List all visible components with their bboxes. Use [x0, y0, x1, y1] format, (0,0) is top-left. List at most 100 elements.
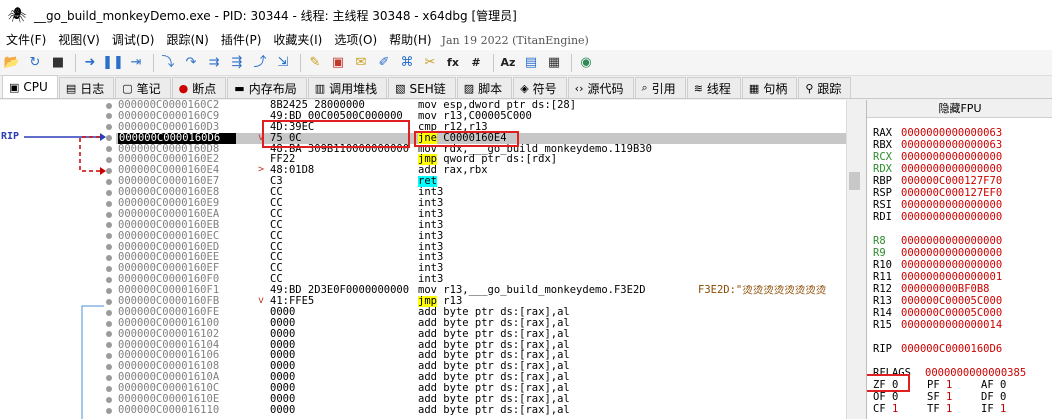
register-row[interactable]: RBP 000000C000127F70: [873, 175, 1002, 187]
disasm-row[interactable]: 000000C0000160EC CC int3: [116, 230, 850, 242]
breakpoint-dot[interactable]: [106, 266, 112, 272]
flag-item[interactable]: OF 0: [873, 391, 927, 403]
hide-fpu-button[interactable]: 隐藏FPU: [867, 100, 1052, 118]
flag-item[interactable]: DF 0: [981, 391, 1035, 403]
tab-call-stack[interactable]: ▥ 调用堆栈: [307, 77, 388, 98]
breakpoint-dot[interactable]: [106, 189, 112, 196]
stop-icon[interactable]: ■: [48, 53, 68, 73]
breakpoint-dot[interactable]: [106, 396, 112, 403]
trace-into-icon[interactable]: ⇉: [204, 53, 224, 73]
label-icon[interactable]: ✐: [374, 53, 394, 73]
register-row[interactable]: R13 000000C00005C000: [873, 295, 1002, 307]
breakpoint-dot[interactable]: [106, 385, 112, 392]
tab-script[interactable]: ▨ 脚本: [456, 77, 513, 98]
register-row[interactable]: RSP 000000C000127EF0: [873, 187, 1002, 199]
tab-handles[interactable]: ▦ 句柄: [741, 77, 798, 98]
register-row[interactable]: RCX 0000000000000000: [873, 151, 1002, 163]
disasm-row[interactable]: 000000C0000160ED CC int3: [116, 241, 850, 253]
disasm-row[interactable]: 000000C0000160E7 C3 ret: [116, 176, 850, 188]
breakpoint-dot[interactable]: [106, 102, 112, 109]
patch-icon[interactable]: ✎: [305, 53, 325, 73]
register-row[interactable]: R15 0000000000000014: [873, 319, 1002, 331]
breakpoint-dot[interactable]: [106, 167, 112, 174]
strings-icon[interactable]: Aᴢ: [498, 53, 518, 73]
breakpoint-dot[interactable]: [106, 320, 112, 327]
tab-symbols[interactable]: ◈ 符号: [513, 77, 567, 98]
disassembly-view[interactable]: RIP 000000C0000160C2 8B2425 28000000 mov e…: [0, 100, 862, 419]
register-row[interactable]: RDX 0000000000000000: [873, 163, 1002, 175]
find-icon[interactable]: ▤: [521, 53, 541, 73]
register-row[interactable]: R12 000000000BF0B8: [873, 283, 990, 295]
disasm-row[interactable]: 000000C0000160E9 CC int3: [116, 198, 850, 209]
restart-icon[interactable]: ↻: [25, 53, 45, 73]
register-row[interactable]: R11 0000000000000001: [873, 271, 1002, 283]
flag-item[interactable]: SF 1: [927, 391, 981, 403]
tab-memory-map[interactable]: ▬ 内存布局: [227, 77, 307, 98]
script-icon[interactable]: ▣: [328, 53, 348, 73]
fx-icon[interactable]: fx: [443, 53, 463, 73]
register-row[interactable]: RIP 000000C0000160D6: [873, 343, 1002, 355]
breakpoint-dot[interactable]: [106, 298, 112, 305]
tab-source[interactable]: ‹› 源代码: [567, 77, 634, 98]
open-icon[interactable]: 📂: [2, 53, 22, 73]
menu-help[interactable]: 帮助(H): [383, 30, 437, 50]
breakpoint-dot[interactable]: [106, 407, 112, 414]
register-row[interactable]: R10 0000000000000000: [873, 259, 1002, 271]
globe-icon[interactable]: ◉: [576, 53, 596, 73]
function-icon[interactable]: ✂: [420, 53, 440, 73]
step-over-icon[interactable]: ↷: [181, 53, 201, 73]
register-row[interactable]: RBX 0000000000000063: [873, 139, 1002, 151]
flag-item[interactable]: PF 1: [927, 379, 981, 391]
disasm-row[interactable]: 000000C000016110 0000 add byte ptr ds:[rax…: [116, 404, 850, 416]
menu-plugins[interactable]: 插件(P): [215, 30, 268, 50]
register-row[interactable]: R8 0000000000000000: [873, 235, 1002, 247]
tab-trace[interactable]: ⚲ 跟踪: [798, 77, 852, 98]
breakpoint-dot[interactable]: [106, 200, 112, 207]
disasm-row[interactable]: 000000C0000160EF CC int3: [116, 263, 850, 274]
step-into-icon[interactable]: ⤵: [158, 53, 178, 73]
bookmark-icon[interactable]: ⌘: [397, 53, 417, 73]
menu-debug[interactable]: 调试(D): [106, 30, 161, 50]
breakpoint-dot[interactable]: [106, 375, 112, 381]
scrollbar-thumb[interactable]: [849, 172, 860, 190]
tab-notes[interactable]: ▢ 笔记: [115, 77, 171, 98]
run-to-user-code-icon[interactable]: ⇲: [273, 53, 293, 73]
disasm-row[interactable]: 000000C0000160EE CC int3: [116, 252, 850, 263]
run-icon[interactable]: ➜: [80, 53, 100, 73]
disasm-row[interactable]: 000000C0000160E4 >48:01D8 add rax,rbx: [116, 164, 850, 176]
run-to-selection-icon[interactable]: ⇥: [126, 53, 146, 73]
flag-item[interactable]: AF 0: [981, 379, 1035, 391]
disassembly-scrollbar[interactable]: [846, 100, 862, 419]
breakpoint-dot[interactable]: [106, 211, 112, 218]
disasm-row[interactable]: 000000C0000160EA CC int3: [116, 209, 850, 220]
disasm-row[interactable]: 000000C0000160E8 CC int3: [116, 187, 850, 198]
register-row[interactable]: R9 0000000000000000: [873, 247, 1002, 259]
register-row[interactable]: RAX 0000000000000063: [873, 127, 1002, 139]
hash-icon[interactable]: #: [466, 53, 486, 73]
breakpoint-dot[interactable]: [106, 157, 112, 163]
calculator-icon[interactable]: ▦: [544, 53, 564, 73]
menu-options[interactable]: 选项(O): [328, 30, 383, 50]
breakpoint-dot[interactable]: [106, 276, 112, 283]
breakpoint-dot[interactable]: [106, 178, 112, 185]
tab-references[interactable]: ⌕ 引用: [634, 77, 686, 98]
pause-icon[interactable]: ❚❚: [102, 53, 124, 73]
menu-trace[interactable]: 跟踪(N): [160, 30, 214, 50]
menu-file[interactable]: 文件(F): [0, 30, 52, 50]
breakpoint-dot[interactable]: [106, 309, 112, 316]
menu-favourites[interactable]: 收藏夹(I): [267, 30, 328, 50]
tab-threads[interactable]: ≋ 线程: [686, 77, 741, 98]
comment-icon[interactable]: ✉: [351, 53, 371, 73]
flag-item[interactable]: CF 1: [873, 403, 927, 415]
tab-seh-chain[interactable]: ▧ SEH链: [388, 77, 456, 98]
register-row[interactable]: R14 000000C00005C000: [873, 307, 1002, 319]
breakpoint-dot[interactable]: [106, 287, 112, 294]
tab-log[interactable]: ▤ 日志: [58, 77, 115, 98]
register-row[interactable]: RDI 0000000000000000: [873, 211, 1002, 223]
disasm-row[interactable]: 000000C0000160EB CC int3: [116, 219, 850, 231]
execute-till-return-icon[interactable]: ⤴: [250, 53, 270, 73]
menu-view[interactable]: 视图(V): [52, 30, 106, 50]
trace-over-icon[interactable]: ⇶: [227, 53, 247, 73]
tab-breakpoints[interactable]: ● 断点: [171, 77, 227, 98]
disasm-row[interactable]: 000000C0000160F1 49:BD 2D3E0F0000000000 mo…: [116, 285, 850, 296]
